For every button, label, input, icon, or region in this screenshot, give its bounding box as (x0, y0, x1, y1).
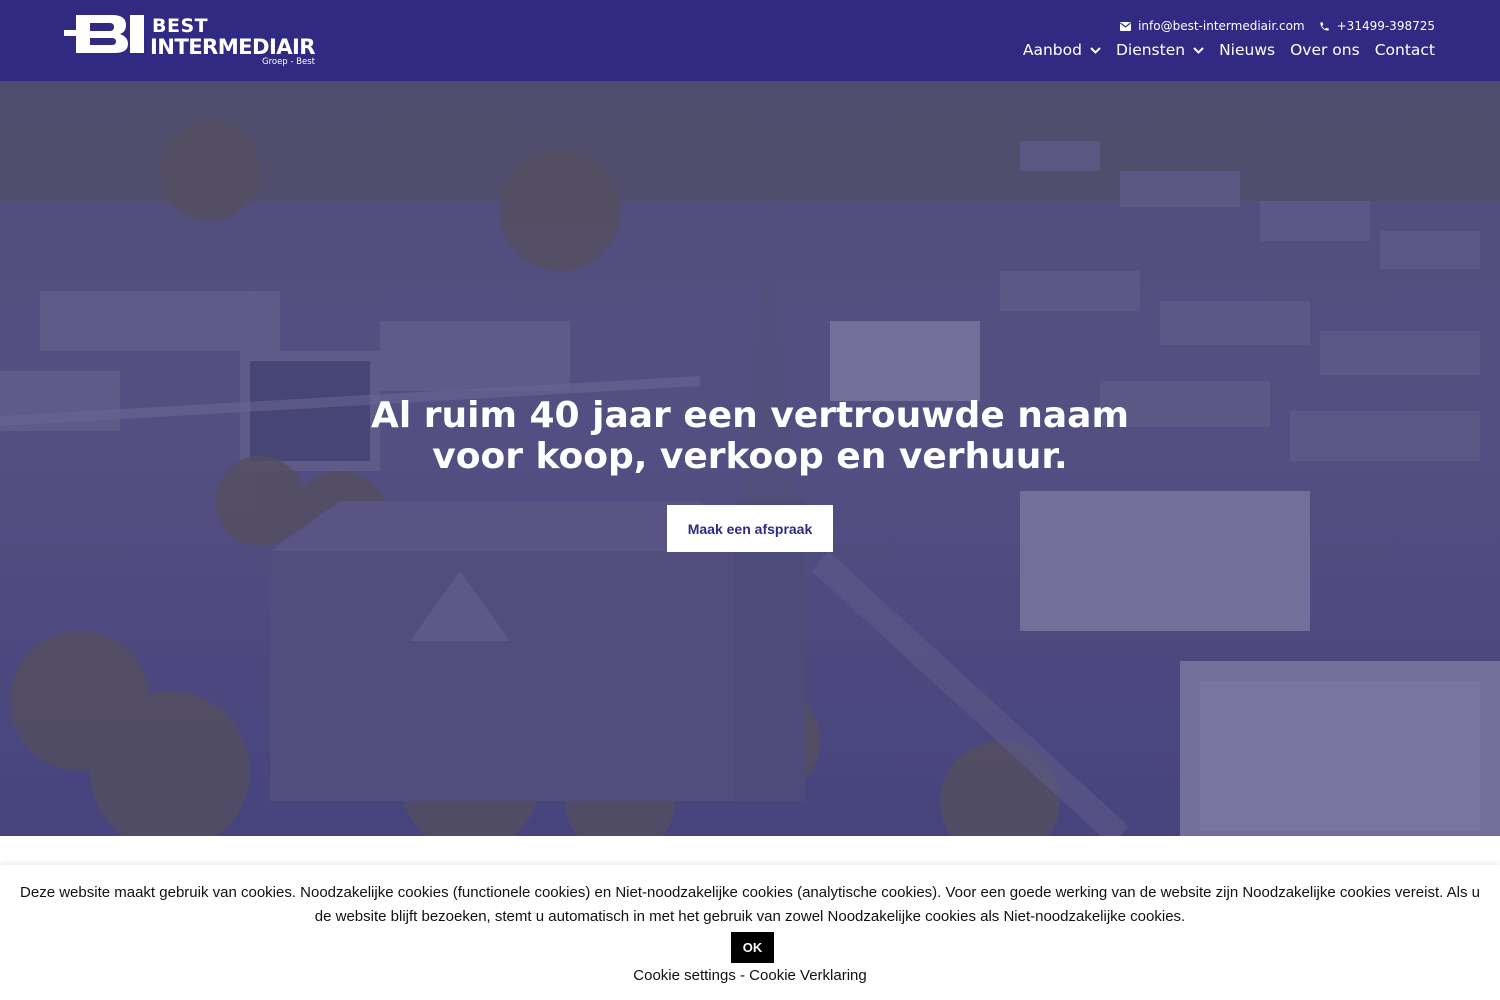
email-text: info@best-intermediair.com (1138, 19, 1305, 33)
nav-contact[interactable]: Contact (1375, 41, 1435, 59)
phone-text: +31499-398725 (1336, 19, 1435, 33)
cookie-links: Cookie settings - Cookie Verklaring (0, 967, 1500, 984)
phone-link[interactable]: +31499-398725 (1319, 19, 1435, 33)
phone-icon (1320, 21, 1329, 31)
contact-bar: info@best-intermediair.com +31499-398725 (1106, 19, 1435, 33)
make-appointment-button[interactable]: Maak een afspraak (667, 505, 833, 552)
brand-logo[interactable]: BEST INTERMEDIAIR Groep - Best (64, 13, 320, 69)
hero-section: Al ruim 40 jaar een vertrouwde naam voor… (0, 81, 1500, 836)
site-header: BEST INTERMEDIAIR Groep - Best info@best… (0, 0, 1500, 81)
nav-diensten-label: Diensten (1115, 41, 1186, 59)
logo-tagline: Groep - Best (262, 57, 316, 67)
nav-over-ons[interactable]: Over ons (1290, 41, 1360, 59)
nav-diensten[interactable]: Diensten (1116, 41, 1204, 59)
nav-contact-label: Contact (1374, 41, 1435, 59)
main-nav: Aanbod Diensten Nieuws Over ons Contact (1008, 41, 1435, 59)
hero-title-line1: Al ruim 40 jaar een vertrouwde naam (370, 395, 1129, 436)
hero-title: Al ruim 40 jaar een vertrouwde naam voor… (0, 395, 1500, 477)
envelope-icon (1120, 21, 1132, 31)
chevron-down-icon (1193, 46, 1204, 54)
logo-line2: INTERMEDIAIR (150, 35, 315, 59)
chevron-down-icon (1090, 46, 1101, 54)
cookie-banner: Deze website maakt gebruik van cookies. … (0, 865, 1500, 1000)
email-link[interactable]: info@best-intermediair.com (1120, 19, 1305, 33)
hero-title-line2: voor koop, verkoop en verhuur. (432, 436, 1068, 477)
nav-aanbod-label: Aanbod (1022, 41, 1082, 59)
nav-nieuws-label: Nieuws (1219, 41, 1276, 59)
cookie-ok-button[interactable]: OK (731, 932, 774, 963)
nav-over-ons-label: Over ons (1290, 41, 1360, 59)
nav-nieuws[interactable]: Nieuws (1219, 41, 1275, 59)
cookie-statement-link[interactable]: Cookie Verklaring (749, 967, 867, 984)
logo-line1: BEST (152, 15, 208, 37)
cookie-links-separator: - (735, 967, 750, 984)
cookie-settings-link[interactable]: Cookie settings (633, 967, 736, 984)
cookie-notice-text: Deze website maakt gebruik van cookies. … (20, 884, 1480, 925)
nav-aanbod[interactable]: Aanbod (1023, 41, 1101, 59)
